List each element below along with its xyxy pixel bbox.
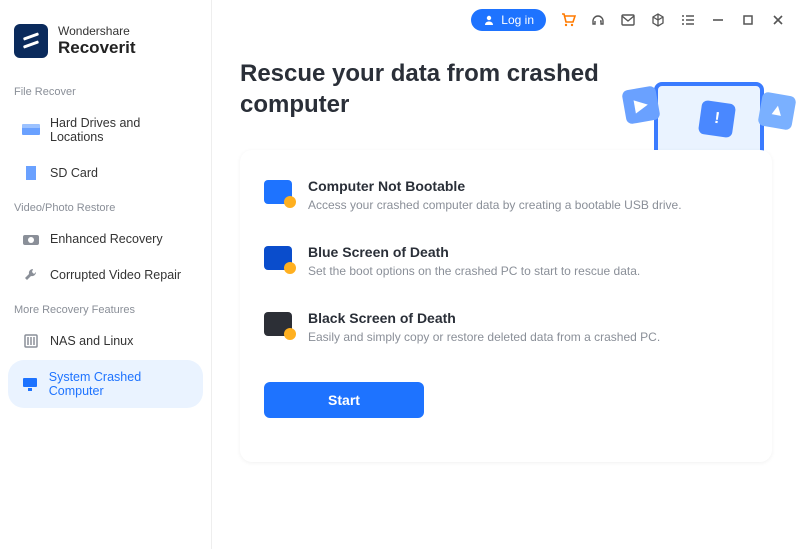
- brand-logo-icon: [14, 24, 48, 58]
- start-button[interactable]: Start: [264, 382, 424, 418]
- main-panel: Log in: [212, 0, 800, 549]
- list-icon[interactable]: [680, 12, 696, 28]
- illus-warning-icon: !: [698, 100, 736, 138]
- login-label: Log in: [501, 13, 534, 27]
- sidebar-item-label: Hard Drives and Locations: [50, 116, 189, 144]
- headset-icon[interactable]: [590, 12, 606, 28]
- login-button[interactable]: Log in: [471, 9, 546, 31]
- section-video-photo: Video/Photo Restore: [0, 192, 211, 220]
- computer-icon: [264, 180, 292, 204]
- cart-icon[interactable]: [560, 12, 576, 28]
- feature-desc: Easily and simply copy or restore delete…: [308, 329, 660, 346]
- sdcard-icon: [22, 166, 40, 180]
- brand-row: Wondershare Recoverit: [0, 0, 211, 76]
- drive-icon: [22, 123, 40, 137]
- maximize-icon[interactable]: [740, 12, 756, 28]
- sidebar-item-system-crashed[interactable]: System Crashed Computer: [8, 360, 203, 408]
- sidebar-item-label: Enhanced Recovery: [50, 232, 163, 246]
- section-file-recover: File Recover: [0, 76, 211, 104]
- sidebar-item-label: System Crashed Computer: [49, 370, 189, 398]
- sidebar-item-label: Corrupted Video Repair: [50, 268, 181, 282]
- bluescreen-icon: [264, 246, 292, 270]
- sidebar-item-enhanced-recovery[interactable]: Enhanced Recovery: [8, 222, 203, 256]
- camera-icon: [22, 232, 40, 246]
- page-title: Rescue your data from crashed computer: [240, 58, 600, 120]
- app-window: Wondershare Recoverit File Recover Hard …: [0, 0, 800, 549]
- brand-bottom: Recoverit: [58, 38, 135, 58]
- server-icon: [22, 334, 40, 348]
- feature-card: Computer Not Bootable Access your crashe…: [240, 150, 772, 462]
- feature-blackscreen: Black Screen of Death Easily and simply …: [264, 310, 748, 346]
- feature-bsod: Blue Screen of Death Set the boot option…: [264, 244, 748, 280]
- illus-image-icon: ▲: [757, 91, 796, 130]
- content-area: Rescue your data from crashed computer ▶…: [212, 34, 800, 549]
- minimize-icon[interactable]: [710, 12, 726, 28]
- feature-title: Black Screen of Death: [308, 310, 660, 326]
- feature-not-bootable: Computer Not Bootable Access your crashe…: [264, 178, 748, 214]
- sidebar-item-label: NAS and Linux: [50, 334, 133, 348]
- monitor-icon: [22, 377, 39, 391]
- blackscreen-icon: [264, 312, 292, 336]
- user-icon: [483, 14, 495, 26]
- sidebar-item-nas-linux[interactable]: NAS and Linux: [8, 324, 203, 358]
- feature-title: Computer Not Bootable: [308, 178, 682, 194]
- mail-icon[interactable]: [620, 12, 636, 28]
- sidebar-item-label: SD Card: [50, 166, 98, 180]
- illus-play-icon: ▶: [621, 85, 660, 124]
- brand-text: Wondershare Recoverit: [58, 24, 135, 58]
- sidebar-item-hard-drives[interactable]: Hard Drives and Locations: [8, 106, 203, 154]
- wrench-icon: [22, 268, 40, 282]
- section-more-features: More Recovery Features: [0, 294, 211, 322]
- feature-desc: Set the boot options on the crashed PC t…: [308, 263, 640, 280]
- cube-icon[interactable]: [650, 12, 666, 28]
- sidebar-item-sd-card[interactable]: SD Card: [8, 156, 203, 190]
- sidebar-item-corrupted-video[interactable]: Corrupted Video Repair: [8, 258, 203, 292]
- topbar: Log in: [212, 0, 800, 34]
- feature-desc: Access your crashed computer data by cre…: [308, 197, 682, 214]
- close-icon[interactable]: [770, 12, 786, 28]
- start-label: Start: [328, 392, 360, 408]
- brand-top: Wondershare: [58, 24, 135, 38]
- feature-title: Blue Screen of Death: [308, 244, 640, 260]
- sidebar: Wondershare Recoverit File Recover Hard …: [0, 0, 212, 549]
